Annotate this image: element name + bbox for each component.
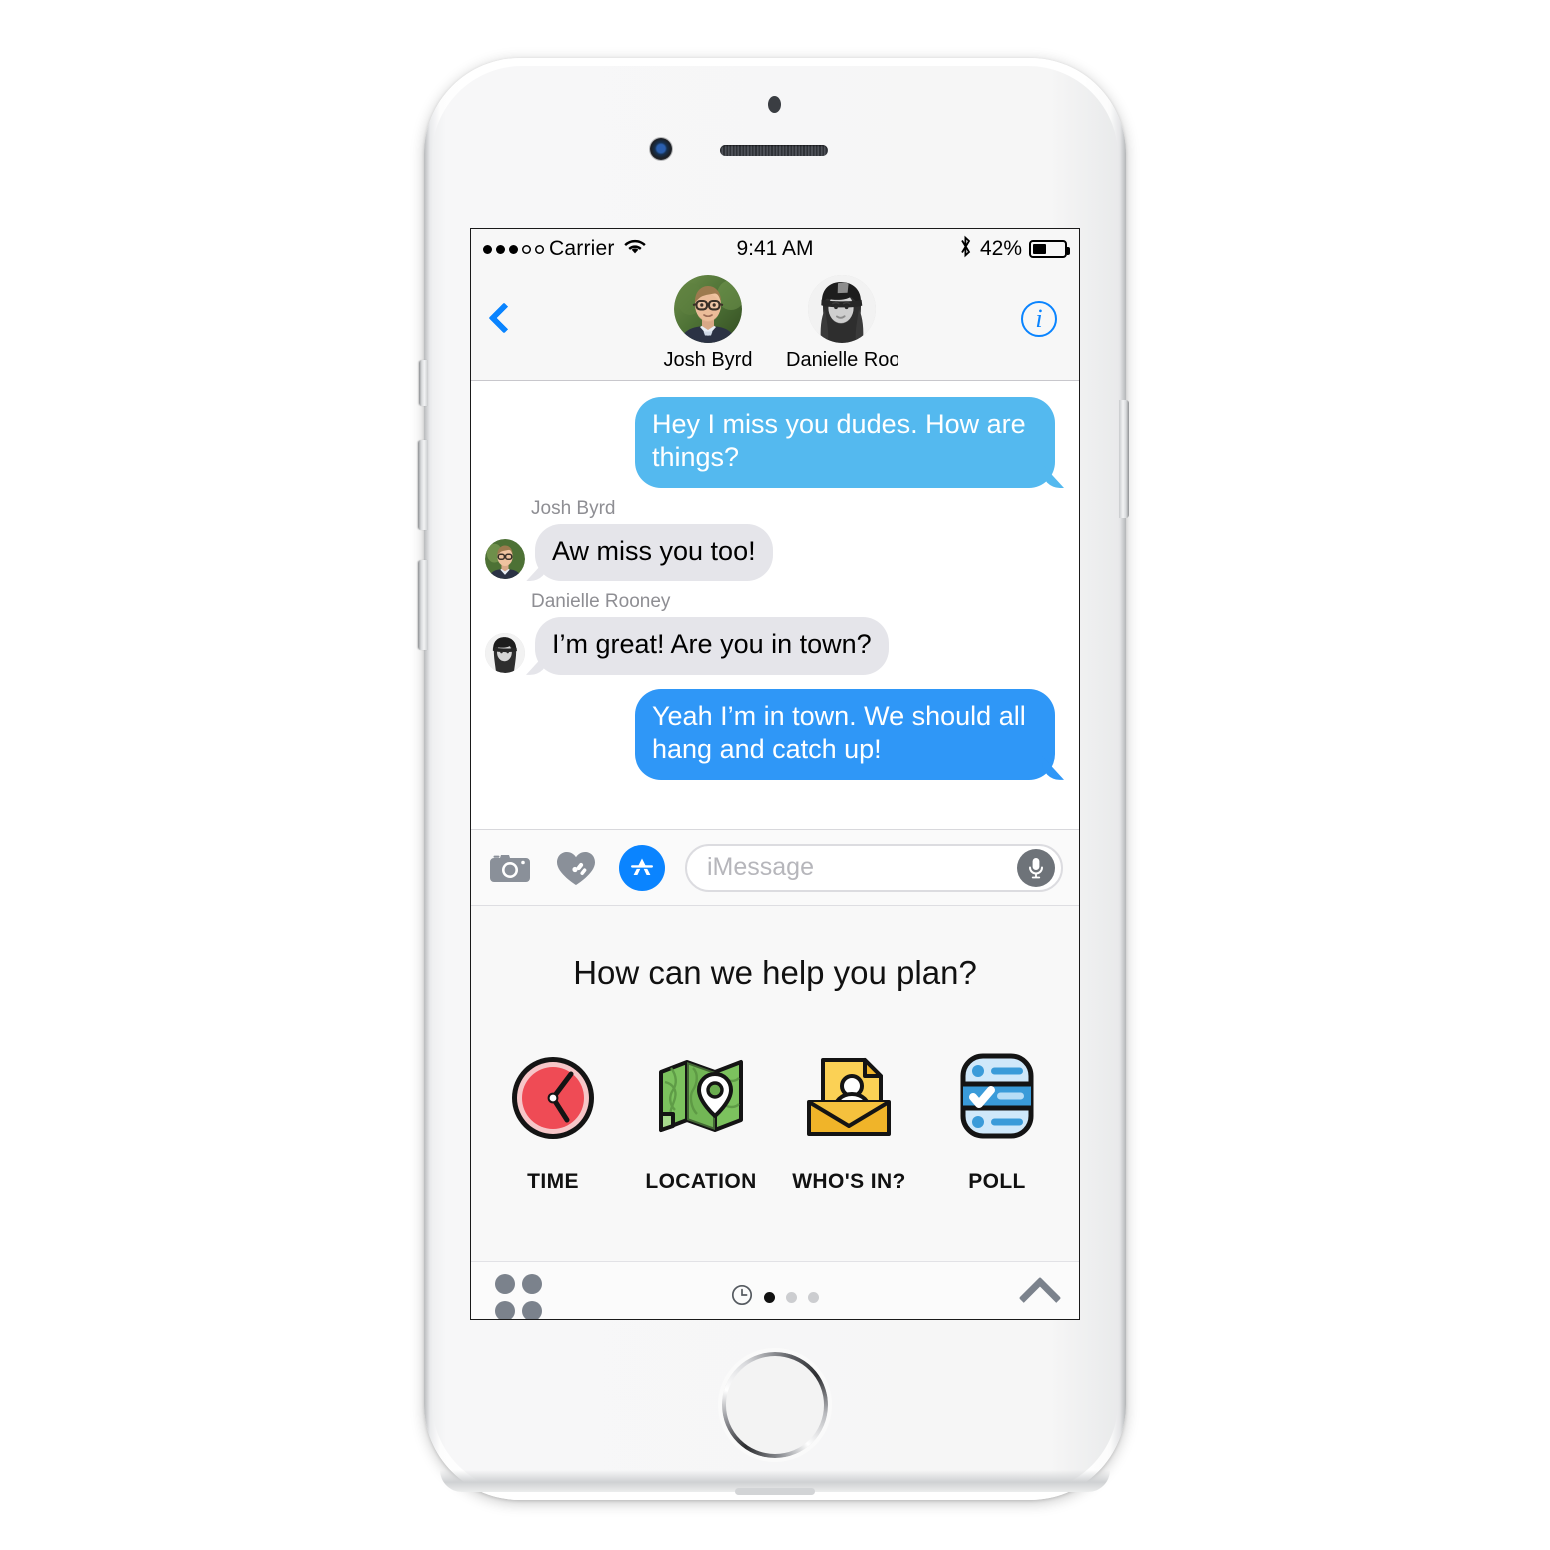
proximity-sensor: [768, 96, 781, 113]
plan-option-whos-in[interactable]: WHO'S IN?: [789, 1044, 909, 1194]
envelope-icon: [789, 1044, 909, 1148]
plan-option-poll[interactable]: POLL: [937, 1044, 1057, 1194]
contacts-strip: Josh Byrd Danielle Ro: [652, 275, 898, 372]
message-row-incoming: Aw miss you too!: [485, 523, 1065, 582]
page-dot-1[interactable]: [764, 1292, 775, 1303]
recents-clock-icon[interactable]: [731, 1284, 753, 1311]
status-bar: Carrier 9:41 AM 42%: [471, 229, 1079, 269]
plan-options-grid: TIME LOCATION WHO'S IN? POLL: [471, 1044, 1079, 1194]
danielle-rooney-avatar: [808, 275, 876, 343]
app-extension-panel: How can we help you plan? TIME LOCATION …: [471, 905, 1079, 1261]
wifi-icon: [623, 237, 647, 261]
app-store-icon[interactable]: [619, 844, 665, 891]
message-row-outgoing: Hey I miss you dudes. How are things?: [485, 397, 1065, 488]
message-bubble[interactable]: I’m great! Are you in town?: [525, 617, 889, 676]
contact-name-label: Danielle Roo…: [786, 349, 898, 371]
page-dot-2[interactable]: [786, 1292, 797, 1303]
message-input-bar: iMessage: [471, 829, 1079, 905]
carrier-label: Carrier: [549, 237, 615, 260]
josh-byrd-avatar: [485, 539, 525, 580]
message-group-danielle: Danielle Rooney I’m great! Are you in to…: [485, 591, 1065, 676]
message-bubble[interactable]: Yeah I’m in town. We should all hang and…: [635, 688, 1065, 780]
plan-option-label: POLL: [968, 1170, 1026, 1193]
contact-danielle-rooney[interactable]: Danielle Roo…: [786, 275, 898, 372]
lightning-port: [735, 1488, 815, 1495]
status-bar-right: 42%: [958, 235, 1070, 264]
phone-screen: Carrier 9:41 AM 42% Josh Byrd Danielle R…: [470, 228, 1080, 1320]
message-row-outgoing: Yeah I’m in town. We should all hang and…: [485, 688, 1065, 780]
home-button-face: [726, 1356, 824, 1454]
power-button[interactable]: [1119, 400, 1129, 518]
plan-option-label: LOCATION: [645, 1170, 757, 1193]
status-bar-left: Carrier: [483, 237, 647, 261]
sender-name-label: Danielle Rooney: [531, 591, 671, 613]
imessage-input[interactable]: iMessage: [685, 843, 1063, 892]
poll-icon: [937, 1044, 1057, 1148]
app-drawer-footer: [471, 1261, 1079, 1319]
plan-option-location[interactable]: LOCATION: [641, 1044, 761, 1194]
message-group-josh: Josh Byrd Aw miss you too!: [485, 497, 1065, 582]
clock-icon: [493, 1044, 613, 1148]
message-row-incoming: I’m great! Are you in town?: [485, 617, 1065, 676]
info-icon[interactable]: i: [1021, 301, 1057, 337]
imessage-placeholder: iMessage: [707, 853, 814, 881]
home-button[interactable]: [722, 1352, 828, 1458]
digital-touch-heart-icon[interactable]: [553, 845, 599, 891]
panel-title: How can we help you plan?: [573, 954, 977, 991]
bluetooth-icon: [958, 235, 973, 264]
plan-option-time[interactable]: TIME: [493, 1044, 613, 1194]
sender-name-label: Josh Byrd: [531, 497, 616, 519]
front-camera: [650, 138, 672, 160]
microphone-icon[interactable]: [1017, 848, 1055, 887]
volume-up-button[interactable]: [418, 440, 428, 530]
message-bubble[interactable]: Hey I miss you dudes. How are things?: [635, 397, 1065, 488]
battery-icon: [1029, 240, 1070, 258]
back-chevron-icon[interactable]: [488, 302, 520, 334]
map-icon: [641, 1044, 761, 1148]
volume-down-button[interactable]: [418, 560, 428, 650]
screenshot-root: Carrier 9:41 AM 42% Josh Byrd Danielle R…: [0, 0, 1550, 1550]
earpiece-speaker: [720, 145, 828, 156]
plan-option-label: WHO'S IN?: [792, 1170, 906, 1193]
conversation-header: Josh Byrd Danielle Ro i: [471, 269, 1079, 381]
plan-option-label: TIME: [527, 1170, 579, 1193]
battery-percent-label: 42%: [979, 237, 1022, 260]
danielle-rooney-avatar: [485, 632, 525, 673]
message-list[interactable]: Hey I miss you dudes. How are things? Jo…: [471, 381, 1079, 829]
silent-switch[interactable]: [419, 360, 428, 406]
page-dot-3[interactable]: [808, 1292, 819, 1303]
camera-icon[interactable]: [487, 845, 533, 891]
contact-josh-byrd[interactable]: Josh Byrd: [652, 275, 764, 372]
josh-byrd-avatar: [674, 275, 742, 343]
chevron-up-icon[interactable]: [1018, 1276, 1062, 1319]
message-bubble[interactable]: Aw miss you too!: [525, 523, 773, 582]
app-pager: [471, 1284, 1079, 1311]
signal-strength-icon: [483, 244, 544, 254]
contact-name-label: Josh Byrd: [663, 349, 753, 371]
